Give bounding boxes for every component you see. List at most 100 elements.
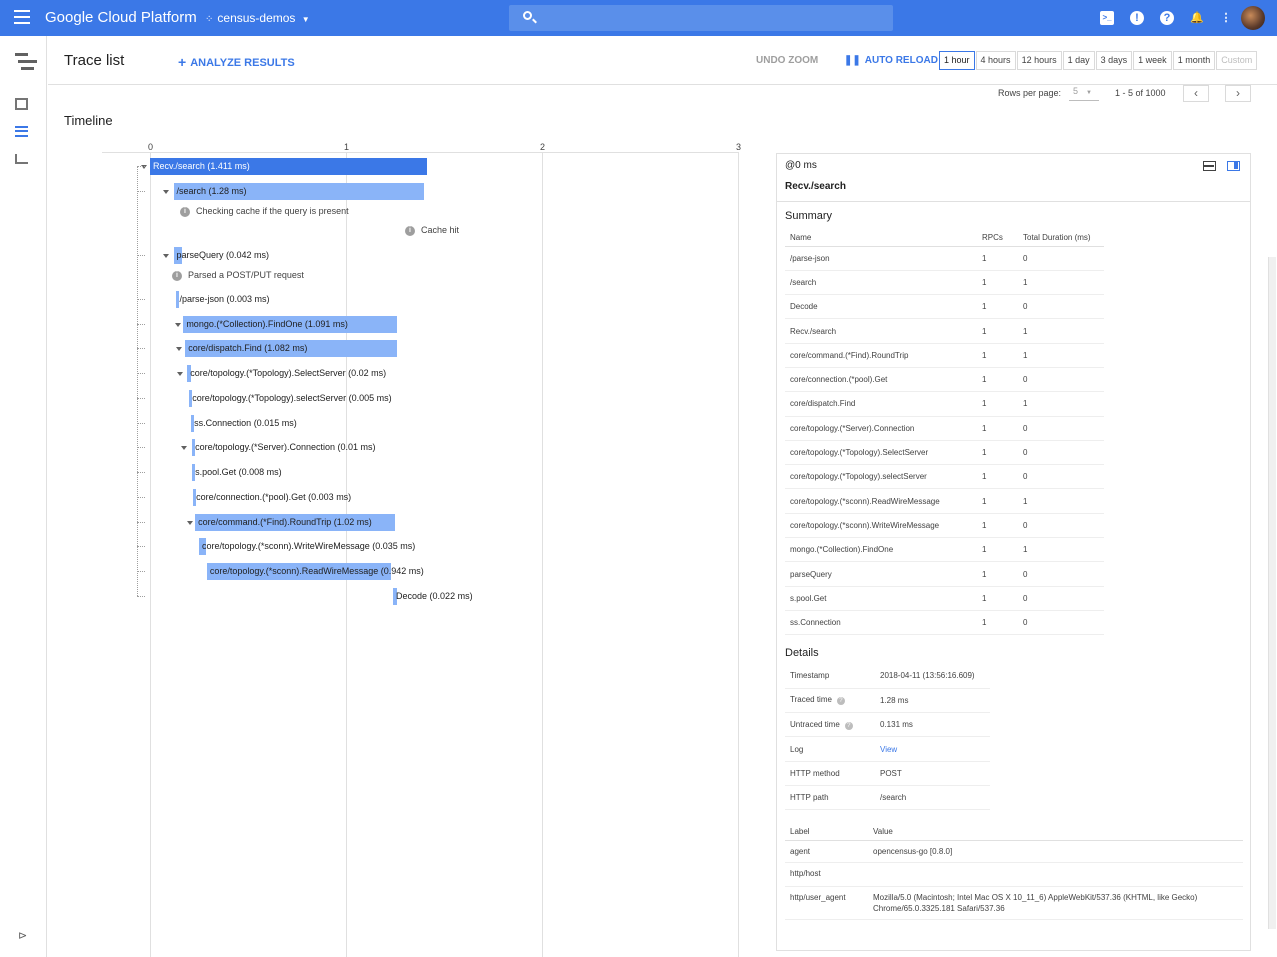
trace-list-icon[interactable]	[15, 126, 28, 137]
span-label[interactable]: core/topology.(*Topology).selectServer (…	[192, 390, 391, 407]
summary-row[interactable]: mongo.(*Collection).FindOne 1 1	[785, 537, 1104, 563]
axis-tick-label: 1	[344, 142, 350, 152]
summary-row[interactable]: core/connection.(*pool).Get 1 0	[785, 367, 1104, 393]
span-label[interactable]: mongo.(*Collection).FindOne (1.091 ms)	[186, 316, 348, 333]
span-label[interactable]: parseQuery (0.042 ms)	[177, 247, 270, 264]
more-vert-icon[interactable]: ⋮	[1219, 11, 1233, 25]
expand-caret-icon[interactable]	[176, 347, 182, 351]
notifications-icon[interactable]: 🔔	[1190, 11, 1204, 25]
labels-header-row: Label Value	[785, 824, 1243, 841]
range-1-hour[interactable]: 1 hour	[939, 51, 975, 70]
summary-row[interactable]: core/topology.(*Topology).SelectServer 1 0	[785, 440, 1104, 466]
summary-row[interactable]: Decode 1 0	[785, 294, 1104, 320]
details-value[interactable]: View	[875, 736, 990, 762]
scrollbar[interactable]	[1268, 257, 1276, 929]
avatar[interactable]	[1241, 6, 1265, 30]
layout-side-icon[interactable]	[1227, 161, 1240, 171]
summary-cell: 1	[1018, 318, 1104, 344]
span-label[interactable]: Decode (0.022 ms)	[396, 588, 473, 605]
summary-cell: ss.Connection	[785, 610, 977, 636]
label-row: http/host	[785, 862, 1243, 887]
rows-per-page-select[interactable]: 5 ▼	[1069, 86, 1099, 101]
project-selector[interactable]: ⁘ census-demos ▼	[205, 11, 310, 25]
summary-row[interactable]: Recv./search 1 1	[785, 318, 1104, 344]
span-label[interactable]: core/command.(*Find).RoundTrip (1.02 ms)	[198, 514, 372, 531]
range-1-day[interactable]: 1 day	[1062, 51, 1095, 70]
analysis-reports-icon[interactable]	[15, 154, 28, 164]
span-label[interactable]: /search (1.28 ms)	[177, 183, 247, 200]
help-icon[interactable]: ?	[1160, 11, 1174, 25]
summary-row[interactable]: core/topology.(*Topology).selectServer 1 0	[785, 464, 1104, 490]
summary-cell: 1	[977, 513, 1018, 539]
expand-caret-icon[interactable]	[163, 254, 169, 258]
span-label[interactable]: core/topology.(*sconn).ReadWireMessage (…	[210, 563, 424, 580]
range-custom[interactable]: Custom	[1216, 51, 1258, 70]
span-name: Recv./search	[785, 181, 846, 192]
help-icon[interactable]: ?	[836, 697, 845, 706]
span-label[interactable]: ss.Connection (0.015 ms)	[194, 415, 297, 432]
summary-row[interactable]: ss.Connection 1 0	[785, 610, 1104, 636]
range-12-hours[interactable]: 12 hours	[1016, 51, 1062, 70]
expand-nav-icon[interactable]: ⊳	[18, 929, 27, 942]
tree-connector	[137, 191, 145, 192]
expand-caret-icon[interactable]	[181, 446, 187, 450]
next-page-button[interactable]: ›	[1225, 85, 1251, 102]
log-annotation: i Cache hit	[405, 224, 459, 236]
span-label[interactable]: /parse-json (0.003 ms)	[179, 291, 269, 308]
summary-col-header[interactable]: Name	[785, 230, 977, 247]
help-icon[interactable]: ?	[844, 721, 853, 730]
summary-cell: core/command.(*Find).RoundTrip	[785, 343, 977, 368]
trace-logo-icon[interactable]	[15, 53, 37, 74]
summary-row[interactable]: core/topology.(*sconn).WriteWireMessage 1…	[785, 513, 1104, 539]
details-row: Traced time? 1.28 ms	[785, 688, 990, 714]
span-label[interactable]: core/topology.(*Topology).SelectServer (…	[190, 365, 386, 382]
summary-row[interactable]: /parse-json 1 0	[785, 246, 1104, 271]
span-label[interactable]: core/dispatch.Find (1.082 ms)	[188, 340, 307, 357]
span-label[interactable]: Recv./search (1.411 ms)	[153, 158, 250, 175]
analyze-results-button[interactable]: + ANALYZE RESULTS	[178, 54, 295, 70]
axis-tick-label: 2	[540, 142, 546, 152]
summary-row[interactable]: core/command.(*Find).RoundTrip 1 1	[785, 343, 1104, 368]
span-label[interactable]: s.pool.Get (0.008 ms)	[195, 464, 282, 481]
summary-row[interactable]: /search 1 1	[785, 270, 1104, 296]
span-label[interactable]: core/topology.(*Server).Connection (0.01…	[195, 439, 375, 456]
span-label[interactable]: core/connection.(*pool).Get (0.003 ms)	[196, 489, 351, 506]
alert-icon[interactable]: !	[1130, 11, 1144, 25]
summary-row[interactable]: core/topology.(*sconn).ReadWireMessage 1 1	[785, 488, 1104, 514]
summary-row[interactable]: core/topology.(*Server).Connection 1 0	[785, 416, 1104, 441]
summary-row[interactable]: parseQuery 1 0	[785, 561, 1104, 587]
range-1-month[interactable]: 1 month	[1172, 51, 1216, 70]
tree-connector	[137, 497, 145, 498]
expand-caret-icon[interactable]	[187, 521, 193, 525]
summary-col-header[interactable]: RPCs	[977, 230, 1018, 247]
expand-caret-icon[interactable]	[177, 372, 183, 376]
range-1-week[interactable]: 1 week	[1133, 51, 1172, 70]
summary-cell: 1	[977, 318, 1018, 344]
layout-bottom-icon[interactable]	[1203, 161, 1216, 171]
prev-page-button[interactable]: ‹	[1183, 85, 1209, 102]
search-input[interactable]	[509, 5, 893, 31]
summary-cell: 0	[1018, 586, 1104, 611]
span-label[interactable]: core/topology.(*sconn).WriteWireMessage …	[202, 538, 415, 555]
info-icon: i	[172, 270, 182, 281]
cloud-shell-icon[interactable]: >_	[1100, 11, 1114, 25]
undo-zoom-button[interactable]: UNDO ZOOM	[756, 55, 818, 66]
expand-caret-icon[interactable]	[163, 190, 169, 194]
plus-icon: +	[178, 54, 187, 70]
summary-cell: /parse-json	[785, 246, 977, 271]
range-4-hours[interactable]: 4 hours	[975, 51, 1016, 70]
summary-cell: 0	[1018, 367, 1104, 393]
auto-reload-label: AUTO RELOAD	[864, 55, 938, 66]
rows-per-page-value: 5	[1073, 86, 1079, 96]
range-3-days[interactable]: 3 days	[1095, 51, 1133, 70]
menu-icon[interactable]	[14, 10, 30, 24]
summary-row[interactable]: core/dispatch.Find 1 1	[785, 391, 1104, 417]
tree-guide	[137, 167, 138, 596]
overview-icon[interactable]	[15, 98, 28, 110]
auto-reload-button[interactable]: ❚❚ AUTO RELOAD	[844, 55, 938, 66]
brand-title[interactable]: Google Cloud Platform	[45, 9, 197, 26]
summary-col-header[interactable]: Total Duration (ms)	[1018, 230, 1104, 247]
expand-caret-icon[interactable]	[175, 323, 181, 327]
gridline	[738, 152, 739, 957]
summary-row[interactable]: s.pool.Get 1 0	[785, 586, 1104, 611]
